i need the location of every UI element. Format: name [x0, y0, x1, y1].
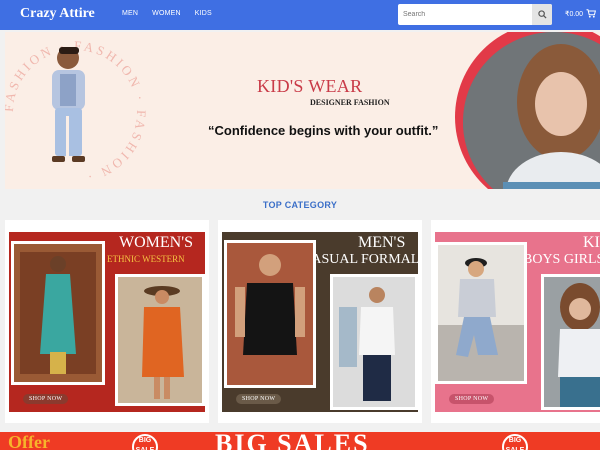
women-banner: WOMEN'S ETHNIC WESTERN SHOP NOW	[9, 232, 205, 412]
women-subtitle: ETHNIC WESTERN	[107, 254, 185, 264]
section-title: TOP CATEGORY	[262, 200, 338, 210]
big-sale-badge-right: BIG SALE	[502, 434, 528, 450]
main-nav: MEN WOMEN KIDS	[122, 10, 212, 17]
men-casual-image	[224, 240, 316, 388]
kids-shop-now-button[interactable]: SHOP NOW	[449, 394, 495, 404]
hero-quote: “Confidence begins with your outfit.”	[208, 123, 439, 138]
category-card-women[interactable]: WOMEN'S ETHNIC WESTERN SHOP NOW	[5, 220, 209, 423]
cart-icon	[586, 9, 597, 18]
search-input[interactable]	[398, 4, 530, 25]
men-shop-now-button[interactable]: SHOP NOW	[236, 394, 282, 404]
big-sales-headline: BIG SALES	[215, 432, 370, 450]
offer-text: Offer	[8, 432, 50, 450]
search-button[interactable]	[532, 4, 552, 25]
boy-model-image	[52, 47, 85, 162]
cart-total: ₹0.00	[565, 10, 584, 18]
cart-link[interactable]: ₹0.00	[565, 9, 597, 18]
women-western-image	[115, 274, 205, 406]
hero-banner[interactable]: FASHION · FASHION · FASHION · KID'S WEAR…	[5, 32, 600, 189]
nav-men[interactable]: MEN	[122, 10, 138, 17]
men-title: MEN'S	[358, 234, 406, 251]
women-title: WOMEN'S	[119, 234, 193, 251]
search-icon	[537, 10, 547, 19]
category-card-kids[interactable]: KIDS BOYS GIRLS SHOP NOW	[431, 220, 600, 423]
category-card-men[interactable]: MEN'S CASUAL FORMAL SHOP NOW	[218, 220, 422, 423]
women-shop-now-button[interactable]: SHOP NOW	[23, 394, 69, 404]
men-formal-image	[330, 274, 418, 410]
kids-boy-image	[435, 242, 527, 384]
big-sale-badge-left: BIG SALE	[132, 434, 158, 450]
kids-banner: KIDS BOYS GIRLS SHOP NOW	[435, 232, 600, 412]
nav-women[interactable]: WOMEN	[152, 10, 181, 17]
site-logo[interactable]: Crazy Attire	[20, 6, 95, 22]
kids-title: KIDS	[583, 234, 600, 251]
nav-kids[interactable]: KIDS	[195, 10, 212, 17]
hero-title: KID'S WEAR	[257, 76, 363, 96]
men-subtitle: CASUAL FORMAL	[302, 252, 418, 267]
sale-banner[interactable]: Offer BIG SALE BIG SALES BIG SALE	[0, 432, 600, 450]
kids-girl-image	[541, 274, 600, 410]
women-ethnic-image	[11, 241, 105, 385]
search-box	[398, 4, 552, 25]
top-navbar: Crazy Attire MEN WOMEN KIDS ₹0.00	[0, 0, 600, 30]
kids-subtitle: BOYS GIRLS	[523, 252, 600, 267]
men-banner: MEN'S CASUAL FORMAL SHOP NOW	[222, 232, 418, 412]
hero-subtitle: DESIGNER FASHION	[310, 98, 390, 107]
